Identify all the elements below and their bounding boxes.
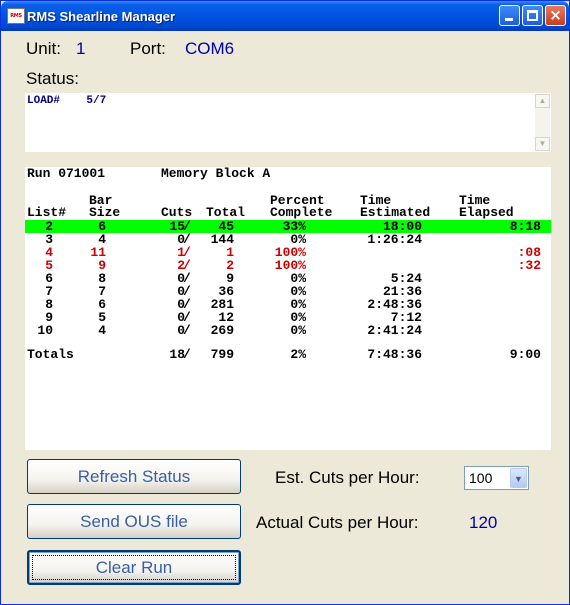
row-time-estimated: 2:41:24 (367, 323, 422, 338)
row-time-elapsed: :32 (517, 258, 541, 273)
header-estimated: Estimated (360, 205, 431, 220)
header-total: Total (206, 205, 246, 220)
totals-label: Totals (27, 347, 74, 362)
memory-block-label: Memory Block A (161, 166, 271, 181)
est-cuts-label: Est. Cuts per Hour: (275, 468, 420, 487)
header-elapsed: Elapsed (459, 205, 514, 220)
run-status-panel: Run 071001 Memory Block A Bar Percent Time… (25, 167, 551, 450)
header-bar-size-2: Size (89, 205, 121, 220)
scroll-down-icon[interactable]: ▼ (535, 137, 550, 151)
port-label: Port: (130, 39, 166, 58)
status-textbox[interactable]: LOAD# 5/7 ▲ ▼ (25, 93, 551, 152)
est-cuts-value: 100 (469, 470, 493, 486)
row-time-elapsed: 8:18 (509, 219, 541, 234)
app-window: RMS RMS Shearline Manager × Unit: 1 Port… (0, 0, 570, 605)
row-total: 269 (210, 323, 234, 338)
actual-cuts-label: Actual Cuts per Hour: (256, 513, 419, 532)
clear-run-button[interactable]: Clear Run (27, 550, 241, 585)
row-time-estimated: 1:26:24 (367, 232, 422, 247)
port-value: COM6 (185, 39, 235, 58)
status-label: Status: (26, 69, 79, 88)
maximize-button[interactable] (522, 5, 543, 26)
close-icon: × (549, 6, 562, 24)
title-bar[interactable]: RMS RMS Shearline Manager × (1, 1, 569, 31)
row-bar-size: 4 (98, 323, 106, 338)
maximize-icon (527, 10, 538, 21)
est-cuts-select[interactable]: 100 ▼ (464, 466, 529, 490)
close-button[interactable]: × (545, 5, 566, 26)
totals-separator: / (183, 347, 191, 362)
row-cuts: 0 (177, 323, 185, 338)
focus-rectangle (32, 555, 236, 580)
actual-cuts-value: 120 (469, 513, 498, 532)
minimize-icon (505, 18, 513, 21)
totals-time-elapsed: 9:00 (509, 347, 541, 362)
header-complete: Complete (270, 205, 333, 220)
app-icon: RMS (7, 8, 25, 24)
header-cuts: Cuts (161, 205, 193, 220)
window-title: RMS Shearline Manager (27, 9, 176, 24)
unit-label: Unit: (26, 39, 61, 58)
send-ous-file-button[interactable]: Send OUS file (27, 504, 241, 539)
totals-percent: 2% (290, 347, 306, 362)
totals-total: 799 (210, 347, 234, 362)
totals-cuts: 18 (169, 347, 185, 362)
totals-time-estimated: 7:48:36 (367, 347, 422, 362)
run-label: Run 071001 (27, 166, 106, 181)
status-line: LOAD# 5/7 (27, 95, 107, 107)
row-separator: / (183, 323, 191, 338)
refresh-status-button[interactable]: Refresh Status (27, 459, 241, 494)
chevron-down-icon[interactable]: ▼ (510, 468, 527, 488)
row-list-number: 10 (37, 323, 53, 338)
unit-value: 1 (76, 39, 86, 58)
row-percent-complete: 0% (290, 323, 306, 338)
header-list: List# (27, 205, 67, 220)
status-scrollbar[interactable]: ▲ ▼ (535, 94, 550, 151)
scroll-up-icon[interactable]: ▲ (535, 94, 550, 108)
minimize-button[interactable] (499, 5, 520, 26)
